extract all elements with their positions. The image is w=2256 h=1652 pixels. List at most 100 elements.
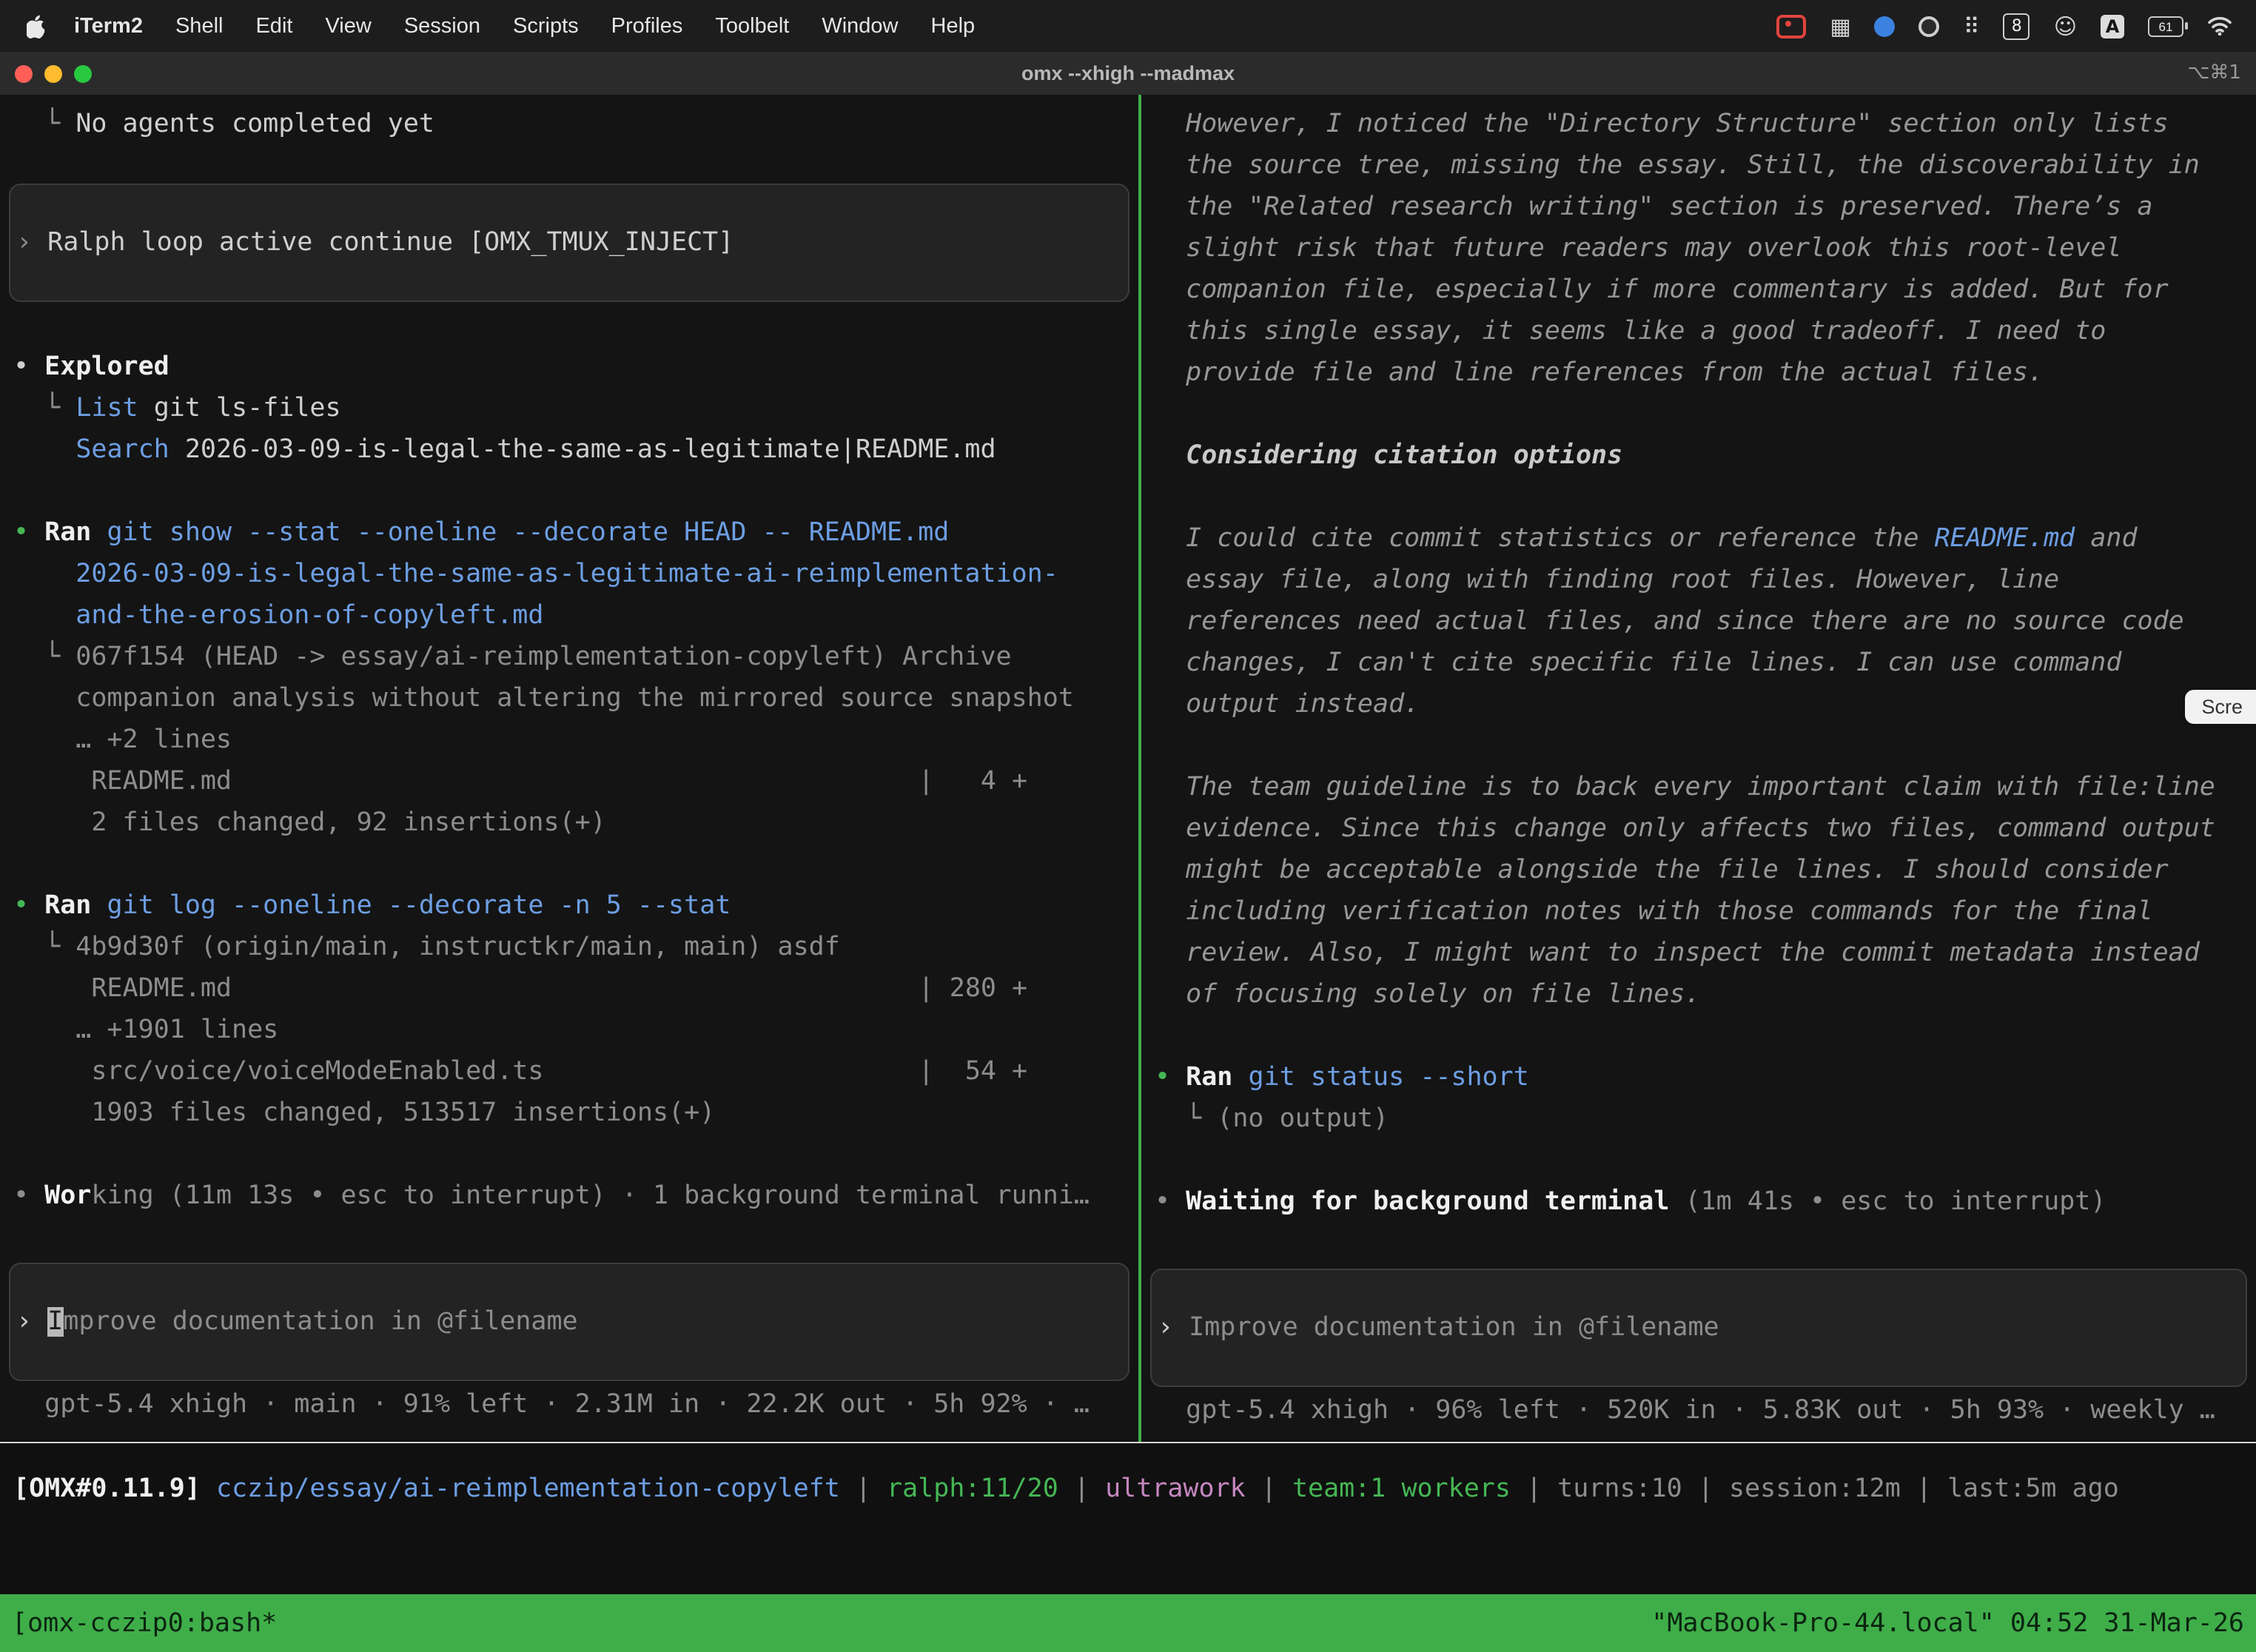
terminal-line: the source tree, missing the essay. Stil… — [1141, 145, 2256, 187]
launchpad-icon[interactable]: ⠿ — [1964, 13, 1980, 39]
terminal-line: • Waiting for background terminal (1m 41… — [1141, 1181, 2256, 1223]
terminal-line: • Ran git status --short — [1141, 1057, 2256, 1098]
traffic-lights — [15, 64, 92, 82]
terminal-line: Considering citation options — [1141, 435, 2256, 477]
terminal-line: └ 067f154 (HEAD -> essay/ai-reimplementa… — [0, 637, 1138, 678]
terminal-line: the "Related research writing" section i… — [1141, 187, 2256, 228]
terminal-line: └ No agents completed yet — [0, 104, 1138, 145]
terminal-line: The team guideline is to back every impo… — [1141, 767, 2256, 808]
command-input[interactable]: › Improve documentation in @filename — [1150, 1269, 2247, 1387]
right-terminal-pane[interactable]: However, I noticed the "Directory Struct… — [1141, 95, 2256, 1442]
window-title: omx --xhigh --madmax — [0, 62, 2256, 84]
terminal-line: references need actual files, and since … — [1141, 601, 2256, 642]
agents-status: └ No agents completed yet — [0, 104, 1138, 145]
terminal-line: … +2 lines — [0, 719, 1138, 761]
terminal-line: • Ran git log --oneline --decorate -n 5 … — [0, 885, 1138, 927]
reasoning-paragraph: I could cite commit statistics or refere… — [1141, 518, 2256, 725]
terminal-line: slight risk that future readers may over… — [1141, 228, 2256, 269]
screen-share-indicator[interactable]: Scre — [2185, 690, 2256, 724]
menu-items: iTerm2ShellEditViewSessionScriptsProfile… — [58, 14, 991, 38]
terminal-line: of focusing solely on file lines. — [1141, 974, 2256, 1015]
blue-app-icon[interactable] — [1875, 16, 1896, 36]
reasoning-paragraph: The team guideline is to back every impo… — [1141, 767, 2256, 1015]
terminal-line: README.md| 280 + — [0, 968, 1138, 1010]
battery-icon[interactable]: 61 — [2148, 16, 2183, 36]
waiting-status: • Waiting for background terminal (1m 41… — [1141, 1181, 2256, 1223]
terminal-line: › Ralph loop active continue [OMX_TMUX_I… — [10, 222, 1128, 263]
key-8-icon[interactable]: 8 — [2004, 13, 2030, 39]
explored-block: • Explored └ List git ls-files Search 20… — [0, 346, 1138, 471]
left-terminal-pane[interactable]: └ No agents completed yet › Ralph loop ac… — [0, 95, 1138, 1442]
omx-status-bar: [OMX#0.11.9] cczip/essay/ai-reimplementa… — [0, 1443, 2256, 1541]
git-status-block: • Ran git status --short └ (no output) — [1141, 1057, 2256, 1140]
terminal-line: • Working (11m 13s • esc to interrupt) ·… — [0, 1175, 1138, 1217]
menu-item-profiles[interactable]: Profiles — [595, 14, 699, 38]
terminal-line: evidence. Since this change only affects… — [1141, 808, 2256, 850]
terminal-line: I could cite commit statistics or refere… — [1141, 518, 2256, 560]
terminal-line: src/voice/voiceModeEnabled.ts| 54 + — [0, 1051, 1138, 1092]
terminal-line: review. Also, I might want to inspect th… — [1141, 933, 2256, 974]
terminal-line: • Ran git show --stat --oneline --decora… — [0, 512, 1138, 554]
dark-app-icon[interactable] — [1919, 16, 1940, 36]
menu-item-session[interactable]: Session — [388, 14, 497, 38]
session-status: gpt-5.4 xhigh · main · 91% left · 2.31M … — [0, 1384, 1138, 1426]
zoom-button[interactable] — [74, 64, 92, 82]
terminal-line: provide file and line references from th… — [1141, 352, 2256, 394]
terminal-line: essay file, along with finding root file… — [1141, 560, 2256, 601]
terminal-line: 2026-03-09-is-legal-the-same-as-legitima… — [0, 554, 1138, 595]
menu-item-view[interactable]: View — [309, 14, 387, 38]
menu-bar: iTerm2ShellEditViewSessionScriptsProfile… — [0, 0, 2256, 52]
terminal-line: 1903 files changed, 513517 insertions(+) — [0, 1092, 1138, 1134]
menu-item-toolbelt[interactable]: Toolbelt — [699, 14, 805, 38]
terminal-line: › Improve documentation in @filename — [10, 1301, 1128, 1343]
terminal-line: └ (no output) — [1141, 1098, 2256, 1140]
terminal-line: companion file, especially if more comme… — [1141, 269, 2256, 311]
reasoning-heading: Considering citation options — [1141, 435, 2256, 477]
git-log-block: • Ran git log --oneline --decorate -n 5 … — [0, 885, 1138, 1134]
input-source-icon[interactable]: A — [2101, 14, 2124, 38]
terminal-line: └ 4b9d30f (origin/main, instructkr/main,… — [0, 927, 1138, 968]
apple-menu[interactable] — [15, 14, 58, 38]
terminal-line: changes, I can't cite specific file line… — [1141, 642, 2256, 684]
menu-item-edit[interactable]: Edit — [239, 14, 309, 38]
terminal-line: might be acceptable alongside the file l… — [1141, 850, 2256, 891]
terminal-line: … +1901 lines — [0, 1010, 1138, 1051]
menu-status-icons: ▦ ⠿ 8 ☺ A 61 — [1776, 13, 2232, 39]
omx-status-line: [OMX#0.11.9] cczip/essay/ai-reimplementa… — [0, 1468, 2256, 1510]
terminal-line: 2 files changed, 92 insertions(+) — [0, 802, 1138, 844]
menu-item-window[interactable]: Window — [805, 14, 914, 38]
session-status: gpt-5.4 xhigh · 96% left · 520K in · 5.8… — [1141, 1390, 2256, 1431]
terminal-window: └ No agents completed yet › Ralph loop ac… — [0, 95, 2256, 1442]
git-show-block: • Ran git show --stat --oneline --decora… — [0, 512, 1138, 844]
title-bar[interactable]: omx --xhigh --madmax ⌥⌘1 — [0, 52, 2256, 95]
tmux-session-label: [omx-cczip0:bash* — [12, 1608, 277, 1638]
terminal-line: this single essay, it seems like a good … — [1141, 311, 2256, 352]
terminal-line: gpt-5.4 xhigh · 96% left · 520K in · 5.8… — [1141, 1390, 2256, 1431]
apple-logo-icon — [27, 14, 46, 38]
terminal-line: output instead. — [1141, 684, 2256, 725]
screen-recording-icon[interactable] — [1776, 14, 1806, 38]
working-status: • Working (11m 13s • esc to interrupt) ·… — [0, 1175, 1138, 1217]
command-input[interactable]: › Improve documentation in @filename — [9, 1263, 1129, 1381]
wifi-icon[interactable] — [2207, 13, 2232, 39]
terminal-line: companion analysis without altering the … — [0, 678, 1138, 719]
desktop: iTerm2ShellEditViewSessionScriptsProfile… — [0, 0, 2256, 1652]
grid-app-icon[interactable]: ▦ — [1830, 13, 1850, 39]
menu-item-help[interactable]: Help — [915, 14, 992, 38]
reasoning-paragraph: However, I noticed the "Directory Struct… — [1141, 104, 2256, 394]
terminal-line: and-the-erosion-of-copyleft.md — [0, 595, 1138, 637]
emoji-app-icon[interactable]: ☺ — [2054, 13, 2077, 39]
terminal-line: including verification notes with those … — [1141, 891, 2256, 933]
terminal-line: Search 2026-03-09-is-legal-the-same-as-l… — [0, 429, 1138, 471]
terminal-line: gpt-5.4 xhigh · main · 91% left · 2.31M … — [0, 1384, 1138, 1426]
tmux-status-bar: [omx-cczip0:bash* "MacBook-Pro-44.local"… — [0, 1594, 2256, 1652]
menu-item-shell[interactable]: Shell — [159, 14, 240, 38]
close-button[interactable] — [15, 64, 33, 82]
terminal-line: • Explored — [0, 346, 1138, 388]
window-shortcut-hint: ⌥⌘1 — [2187, 62, 2241, 84]
terminal-line: README.md| 4 + — [0, 761, 1138, 802]
terminal-line: › Improve documentation in @filename — [1152, 1307, 2246, 1349]
menu-item-scripts[interactable]: Scripts — [497, 14, 595, 38]
menu-item-iterm2[interactable]: iTerm2 — [58, 14, 159, 38]
minimize-button[interactable] — [44, 64, 62, 82]
